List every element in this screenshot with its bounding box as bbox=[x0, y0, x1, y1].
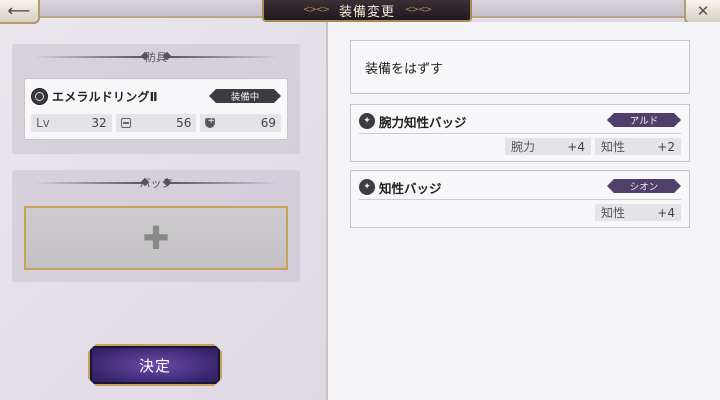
bonus-label: 知性 bbox=[601, 140, 626, 154]
title-ornament-right: <><> bbox=[405, 5, 432, 15]
header-ornament-right bbox=[168, 56, 278, 58]
close-button[interactable]: ✕ bbox=[684, 0, 720, 24]
bonus-value: +4 bbox=[657, 205, 675, 220]
defense-stat: 56 bbox=[115, 114, 197, 132]
character-tag: シオン bbox=[607, 179, 681, 193]
armor-section: 防具 エメラルドリングⅡ 装備中 Lv 32 56 69 bbox=[12, 44, 300, 154]
header-ornament-left bbox=[34, 182, 144, 184]
badge-list-item[interactable]: 腕力知性バッジ アルド 腕力 +4 知性 +2 bbox=[350, 104, 690, 162]
badge-section: バッジ ✚ bbox=[12, 170, 300, 282]
level-value: 32 bbox=[91, 116, 107, 130]
confirm-button[interactable]: 決定 bbox=[88, 344, 222, 386]
badge-list-item[interactable]: 知性バッジ シオン 知性 +4 bbox=[350, 170, 690, 228]
bonus-value: +4 bbox=[567, 139, 585, 154]
armor-section-header: 防具 bbox=[12, 44, 300, 70]
shield-plus-icon bbox=[205, 116, 216, 128]
equipped-badge: 装備中 bbox=[209, 89, 281, 103]
badge-section-header: バッジ bbox=[12, 170, 300, 196]
divider bbox=[359, 199, 681, 200]
page-title: 装備変更 bbox=[338, 4, 395, 20]
bonus-stat: 知性 +4 bbox=[595, 204, 681, 221]
bonus-label: 知性 bbox=[601, 206, 626, 220]
level-stat: Lv 32 bbox=[31, 114, 112, 132]
badge-bonuses: 腕力 +4 知性 +2 bbox=[505, 138, 681, 155]
badge-icon bbox=[359, 179, 375, 195]
header-ornament-left bbox=[34, 56, 144, 58]
badge-name-row: 腕力知性バッジ アルド bbox=[359, 112, 681, 130]
title-ornament-left: <><> bbox=[302, 5, 330, 15]
bonus-stat: 知性 +2 bbox=[595, 138, 681, 155]
plus-icon: ✚ bbox=[142, 219, 170, 257]
ring-icon bbox=[31, 87, 48, 105]
bonus-stat: 腕力 +4 bbox=[505, 138, 591, 155]
character-tag: アルド bbox=[607, 113, 681, 127]
badge-icon bbox=[359, 113, 375, 129]
equipped-armor-card[interactable]: エメラルドリングⅡ 装備中 Lv 32 56 69 bbox=[24, 78, 288, 140]
badge-slot[interactable]: ✚ bbox=[24, 206, 288, 270]
hp-stat: 69 bbox=[200, 114, 282, 132]
badge-name-row: 知性バッジ シオン bbox=[359, 178, 681, 196]
defense-value: 56 bbox=[176, 116, 192, 130]
page-title-plate: <><> 装備変更 <><> bbox=[262, 0, 472, 22]
armor-stats: Lv 32 56 69 bbox=[31, 114, 282, 132]
badge-name: 知性バッジ bbox=[379, 180, 442, 196]
armor-name-row: エメラルドリングⅡ 装備中 bbox=[31, 87, 281, 105]
close-icon: ✕ bbox=[696, 2, 710, 20]
bonus-label: 腕力 bbox=[511, 140, 536, 154]
back-button[interactable]: ⟵ bbox=[0, 0, 40, 24]
level-label: Lv bbox=[36, 116, 50, 130]
arrow-left-icon: ⟵ bbox=[7, 1, 31, 20]
armor-name: エメラルドリングⅡ bbox=[52, 89, 158, 104]
hp-value: 69 bbox=[260, 116, 277, 130]
bonus-value: +2 bbox=[657, 139, 675, 154]
armor-icon bbox=[120, 118, 131, 128]
header-ornament-right bbox=[168, 182, 278, 184]
divider bbox=[359, 133, 681, 134]
badge-list-panel: 装備をはずす 腕力知性バッジ アルド 腕力 +4 知性 +2 知性バッジ シオン bbox=[326, 22, 720, 400]
badge-name: 腕力知性バッジ bbox=[379, 114, 467, 130]
badge-bonuses: 知性 +4 bbox=[595, 204, 681, 221]
unequip-button[interactable]: 装備をはずす bbox=[350, 40, 690, 94]
